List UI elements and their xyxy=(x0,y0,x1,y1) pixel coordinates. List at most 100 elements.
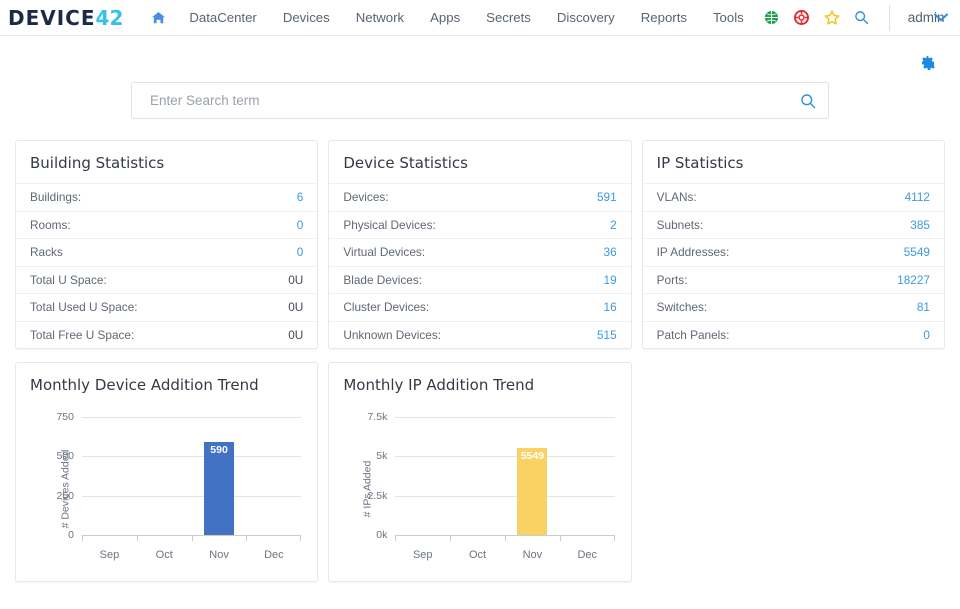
chart-body: # IPs Added 7.5k 5k 2.5k 0k 554 xyxy=(329,405,630,581)
main-nav: DataCenter Devices Network Apps Secrets … xyxy=(141,2,756,33)
y-tick: 500 xyxy=(56,450,74,462)
globe-icon[interactable] xyxy=(757,4,787,32)
x-tick: Nov xyxy=(505,549,560,561)
nav-item-reports[interactable]: Reports xyxy=(628,2,700,33)
column-middle: Device Statistics Devices: 591 Physical … xyxy=(328,140,631,582)
star-icon[interactable] xyxy=(817,4,847,32)
bar-value-label: 5549 xyxy=(521,450,544,462)
y-tick: 250 xyxy=(56,490,74,502)
device-trend-chart: # Devices Added 750 500 250 0 5 xyxy=(24,409,307,569)
nav-item-network[interactable]: Network xyxy=(343,2,417,33)
stat-label: Ports: xyxy=(657,273,688,287)
nav-item-discovery[interactable]: Discovery xyxy=(544,2,628,33)
stat-value[interactable]: 36 xyxy=(604,245,617,259)
lifebuoy-icon[interactable] xyxy=(787,4,817,32)
stat-label: Subnets: xyxy=(657,218,704,232)
bar-slot-sep xyxy=(395,417,450,535)
table-row[interactable]: Devices: 591 xyxy=(329,183,630,211)
home-icon[interactable] xyxy=(141,11,176,25)
table-row[interactable]: IP Addresses: 5549 xyxy=(643,238,944,266)
search-box[interactable] xyxy=(131,82,829,119)
stat-value[interactable]: 18227 xyxy=(897,273,930,287)
stat-label: Devices: xyxy=(343,190,388,204)
search-submit-icon[interactable] xyxy=(792,93,816,109)
stat-value[interactable]: 0 xyxy=(923,328,930,342)
search-icon[interactable] xyxy=(847,4,877,32)
stat-value: 0U xyxy=(288,300,303,314)
x-tick: Dec xyxy=(246,549,301,561)
x-tick: Dec xyxy=(560,549,615,561)
y-tick: 7.5k xyxy=(367,411,387,423)
bar-slot-nov: 590 xyxy=(192,417,247,535)
table-row[interactable]: Racks 0 xyxy=(16,238,317,266)
table-row[interactable]: Unknown Devices: 515 xyxy=(329,321,630,349)
stat-label: Cluster Devices: xyxy=(343,300,429,314)
table-row[interactable]: Ports: 18227 xyxy=(643,266,944,294)
logo-text-primary: DEVICE xyxy=(8,8,96,28)
table-row[interactable]: Blade Devices: 19 xyxy=(329,266,630,294)
plot-area: 7.5k 5k 2.5k 0k 5549 xyxy=(395,417,614,535)
stat-label: Switches: xyxy=(657,300,707,314)
stat-value[interactable]: 6 xyxy=(297,190,304,204)
stat-label: Total Free U Space: xyxy=(30,328,134,342)
chart-title: Monthly IP Addition Trend xyxy=(329,363,630,405)
stat-label: Blade Devices: xyxy=(343,273,422,287)
table-row[interactable]: VLANs: 4112 xyxy=(643,183,944,211)
stat-value[interactable]: 0 xyxy=(297,218,304,232)
bar-slot-dec xyxy=(560,417,615,535)
nav-item-datacenter[interactable]: DataCenter xyxy=(176,2,269,33)
table-row[interactable]: Buildings: 6 xyxy=(16,183,317,211)
stat-value[interactable]: 591 xyxy=(597,190,617,204)
x-axis-ticks: Sep Oct Nov Dec xyxy=(395,549,614,561)
device42-logo[interactable]: DEVICE42 xyxy=(8,8,123,28)
stat-value[interactable]: 2 xyxy=(610,218,617,232)
stat-value[interactable]: 5549 xyxy=(904,245,930,259)
table-row: Total U Space: 0U xyxy=(16,266,317,294)
search-input[interactable] xyxy=(148,92,792,109)
gear-icon[interactable] xyxy=(920,55,936,74)
ip-statistics-card: IP Statistics VLANs: 4112 Subnets: 385 I… xyxy=(642,140,945,349)
chevron-down-icon[interactable] xyxy=(934,10,948,25)
stat-value[interactable]: 4112 xyxy=(905,190,930,204)
nav-item-tools[interactable]: Tools xyxy=(700,2,757,33)
bar-slot-sep xyxy=(82,417,137,535)
nav-item-secrets[interactable]: Secrets xyxy=(473,2,544,33)
table-row[interactable]: Subnets: 385 xyxy=(643,211,944,239)
top-navbar: DEVICE42 DataCenter Devices Network Apps… xyxy=(0,0,960,36)
table-row: Total Free U Space: 0U xyxy=(16,321,317,349)
bar-slot-nov: 5549 xyxy=(505,417,560,535)
ip-trend-chart: # IPs Added 7.5k 5k 2.5k 0k 554 xyxy=(337,409,620,569)
table-row[interactable]: Switches: 81 xyxy=(643,293,944,321)
stat-value[interactable]: 515 xyxy=(597,328,617,342)
table-row[interactable]: Virtual Devices: 36 xyxy=(329,238,630,266)
nav-divider xyxy=(889,5,890,31)
bar-series: 590 xyxy=(82,417,301,535)
table-row[interactable]: Patch Panels: 0 xyxy=(643,321,944,349)
nav-item-apps[interactable]: Apps xyxy=(417,2,473,33)
stat-value[interactable]: 385 xyxy=(910,218,930,232)
monthly-ip-addition-trend-card: Monthly IP Addition Trend # IPs Added 7.… xyxy=(328,362,631,582)
table-row[interactable]: Physical Devices: 2 xyxy=(329,211,630,239)
stat-value[interactable]: 19 xyxy=(604,273,617,287)
table-row: Total Used U Space: 0U xyxy=(16,293,317,321)
nav-item-devices[interactable]: Devices xyxy=(270,2,343,33)
device-statistics-title: Device Statistics xyxy=(329,141,630,183)
bar-slot-oct xyxy=(137,417,192,535)
ip-statistics-title: IP Statistics xyxy=(643,141,944,183)
stat-label: Physical Devices: xyxy=(343,218,435,232)
x-tick: Sep xyxy=(395,549,450,561)
bar-nov[interactable]: 5549 xyxy=(517,448,547,535)
device-statistics-card: Device Statistics Devices: 591 Physical … xyxy=(328,140,631,349)
stat-value[interactable]: 0 xyxy=(297,245,304,259)
stat-label: Buildings: xyxy=(30,190,81,204)
bar-series: 5549 xyxy=(395,417,614,535)
y-tick: 750 xyxy=(56,411,74,423)
table-row[interactable]: Cluster Devices: 16 xyxy=(329,293,630,321)
y-tick: 2.5k xyxy=(367,490,387,502)
stat-value[interactable]: 81 xyxy=(917,300,930,314)
stat-label: VLANs: xyxy=(657,190,697,204)
global-search-area xyxy=(0,82,960,119)
table-row[interactable]: Rooms: 0 xyxy=(16,211,317,239)
stat-value[interactable]: 16 xyxy=(604,300,617,314)
bar-nov[interactable]: 590 xyxy=(204,442,234,535)
